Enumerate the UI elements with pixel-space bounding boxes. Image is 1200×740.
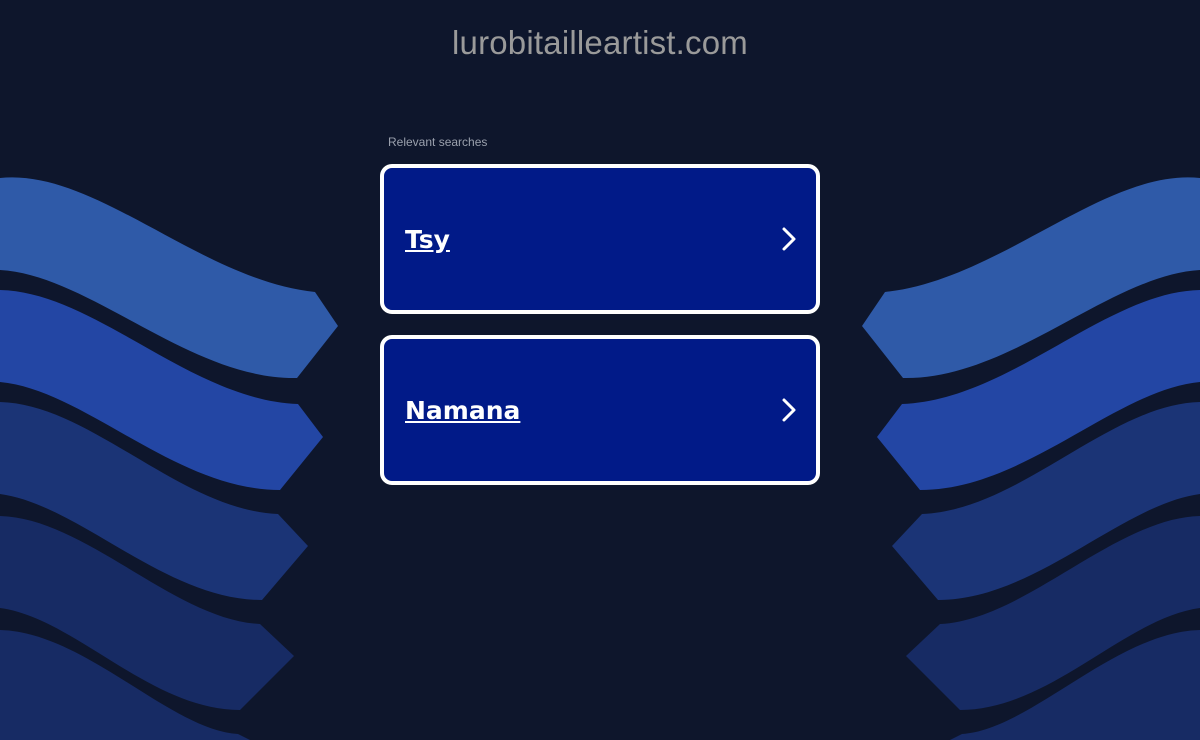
domain-title: lurobitailleartist.com	[451, 24, 748, 61]
relevant-searches-heading: Relevant searches	[388, 135, 488, 149]
search-link-label[interactable]: Namana	[405, 396, 520, 425]
search-link-namana[interactable]: Namana	[380, 335, 820, 485]
chevron-right-icon	[782, 227, 796, 251]
search-link-label[interactable]: Tsy	[405, 225, 450, 254]
right-wave-bands	[862, 177, 1200, 740]
chevron-right-icon	[782, 398, 796, 422]
search-link-tsy[interactable]: Tsy	[380, 164, 820, 314]
left-wave-bands	[0, 177, 338, 740]
